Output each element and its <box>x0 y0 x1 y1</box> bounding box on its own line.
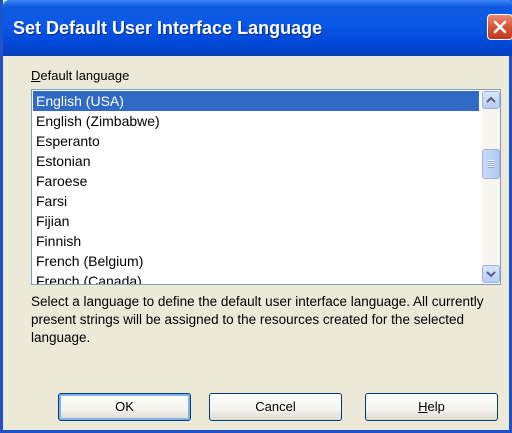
language-option[interactable]: French (Canada) <box>33 271 479 284</box>
chevron-down-icon <box>486 271 496 278</box>
language-option[interactable]: Finnish <box>33 231 479 251</box>
language-option[interactable]: Esperanto <box>33 131 479 151</box>
language-option[interactable]: Farsi <box>33 191 479 211</box>
scroll-up-button[interactable] <box>482 91 500 109</box>
chevron-up-icon <box>486 96 496 103</box>
vertical-scrollbar[interactable] <box>482 91 500 283</box>
language-option[interactable]: French (Belgium) <box>33 251 479 271</box>
language-listbox[interactable]: English (USA) English (Zimbabwe) Esperanto… <box>31 89 501 285</box>
language-option[interactable]: English (USA) <box>33 91 479 111</box>
language-option[interactable]: Estonian <box>33 151 479 171</box>
title-bar[interactable]: Set Default User Interface Language <box>3 0 512 56</box>
language-option[interactable]: Faroese <box>33 171 479 191</box>
cancel-button[interactable]: Cancel <box>209 393 342 421</box>
dialog-window: Set Default User Interface Language Defa… <box>0 0 512 433</box>
label-text: efault language <box>40 68 130 83</box>
grip-icon <box>488 160 495 168</box>
help-accelerator: H <box>418 399 428 414</box>
ok-button[interactable]: OK <box>58 393 191 421</box>
close-button[interactable] <box>487 14 512 40</box>
help-label: elp <box>427 399 445 414</box>
description-text: Select a language to define the default … <box>31 294 484 345</box>
default-language-label: Default language <box>31 68 129 83</box>
language-option[interactable]: Fijian <box>33 211 479 231</box>
language-list: English (USA) English (Zimbabwe) Esperanto… <box>33 91 479 284</box>
help-button[interactable]: Help <box>365 393 498 421</box>
dialog-title: Set Default User Interface Language <box>13 18 323 38</box>
scroll-down-button[interactable] <box>482 265 500 283</box>
language-option[interactable]: English (Zimbabwe) <box>33 111 479 131</box>
label-accelerator: D <box>31 68 41 83</box>
scroll-thumb[interactable] <box>482 149 500 179</box>
close-icon <box>493 20 507 34</box>
